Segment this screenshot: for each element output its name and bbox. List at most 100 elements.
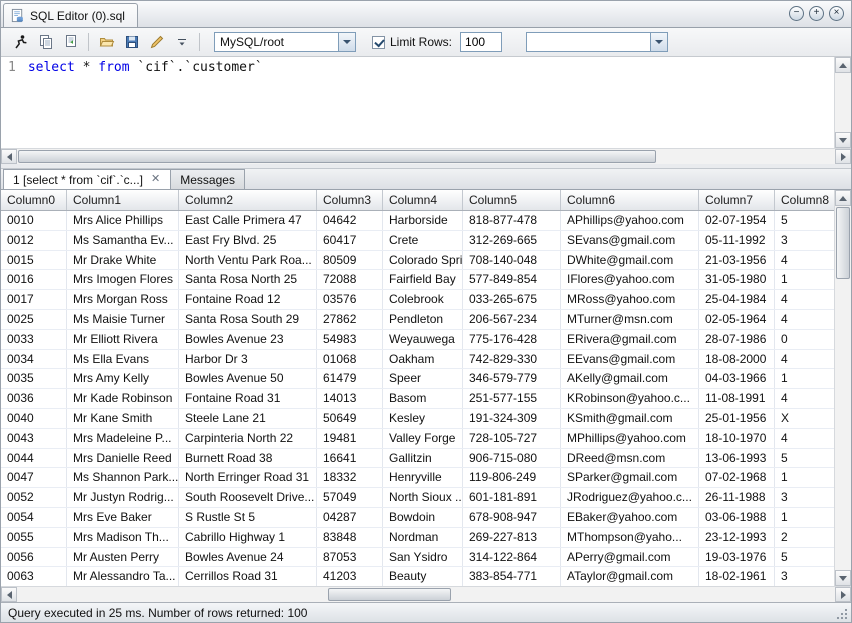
table-cell[interactable]: Mrs Danielle Reed: [67, 449, 179, 468]
table-cell[interactable]: Carpinteria North 22: [179, 429, 317, 448]
table-cell[interactable]: SParker@gmail.com: [561, 468, 699, 487]
table-cell[interactable]: 26-11-1988: [699, 488, 775, 507]
table-cell[interactable]: 206-567-234: [463, 310, 561, 329]
table-cell[interactable]: Mr Alessandro Ta...: [67, 567, 179, 586]
table-cell[interactable]: 0035: [1, 369, 67, 388]
table-cell[interactable]: 02-07-1954: [699, 211, 775, 230]
table-cell[interactable]: 033-265-675: [463, 290, 561, 309]
table-cell[interactable]: 0052: [1, 488, 67, 507]
table-cell[interactable]: X: [775, 409, 834, 428]
table-cell[interactable]: Mr Austen Perry: [67, 548, 179, 567]
close-button[interactable]: ×: [829, 6, 844, 21]
table-cell[interactable]: MPhillips@yahoo.com: [561, 429, 699, 448]
column-header[interactable]: Column2: [179, 190, 317, 210]
table-cell[interactable]: 678-908-947: [463, 508, 561, 527]
table-cell[interactable]: 4: [775, 389, 834, 408]
table-cell[interactable]: 3: [775, 567, 834, 586]
table-cell[interactable]: 0056: [1, 548, 67, 567]
scrollbar-thumb[interactable]: [328, 588, 451, 601]
table-cell[interactable]: 0010: [1, 211, 67, 230]
table-row[interactable]: 0036Mr Kade RobinsonFontaine Road 311401…: [1, 389, 834, 409]
table-cell[interactable]: Crete: [383, 231, 463, 250]
combobox-dropdown-button[interactable]: [338, 33, 355, 51]
table-cell[interactable]: 346-579-779: [463, 369, 561, 388]
table-cell[interactable]: 0012: [1, 231, 67, 250]
maximize-button[interactable]: +: [809, 6, 824, 21]
scroll-up-button[interactable]: [835, 57, 851, 73]
table-row[interactable]: 0063Mr Alessandro Ta...Cerrillos Road 31…: [1, 567, 834, 586]
table-cell[interactable]: 191-324-309: [463, 409, 561, 428]
table-cell[interactable]: Weyauwega: [383, 330, 463, 349]
table-cell[interactable]: Mr Elliott Rivera: [67, 330, 179, 349]
table-cell[interactable]: Harbor Dr 3: [179, 350, 317, 369]
run-sql-button[interactable]: [9, 31, 32, 53]
tab-result-set[interactable]: 1 [select * from `cif`.`c...] ✕: [3, 169, 171, 189]
column-header[interactable]: Column4: [383, 190, 463, 210]
table-cell[interactable]: Mrs Madison Th...: [67, 528, 179, 547]
table-cell[interactable]: Ms Maisie Turner: [67, 310, 179, 329]
table-row[interactable]: 0010Mrs Alice PhillipsEast Calle Primera…: [1, 211, 834, 231]
table-cell[interactable]: 0036: [1, 389, 67, 408]
table-cell[interactable]: 19481: [317, 429, 383, 448]
table-cell[interactable]: 1: [775, 270, 834, 289]
table-cell[interactable]: 25-01-1956: [699, 409, 775, 428]
table-cell[interactable]: Bowles Avenue 50: [179, 369, 317, 388]
table-row[interactable]: 0043Mrs Madeleine P...Carpinteria North …: [1, 429, 834, 449]
table-row[interactable]: 0034Ms Ella EvansHarbor Dr 301068Oakham7…: [1, 350, 834, 370]
table-cell[interactable]: 0025: [1, 310, 67, 329]
table-cell[interactable]: 4: [775, 310, 834, 329]
table-cell[interactable]: MThompson@yaho...: [561, 528, 699, 547]
column-header[interactable]: Column3: [317, 190, 383, 210]
table-cell[interactable]: South Roosevelt Drive...: [179, 488, 317, 507]
table-cell[interactable]: 312-269-665: [463, 231, 561, 250]
table-cell[interactable]: 03-06-1988: [699, 508, 775, 527]
resize-grip-icon[interactable]: [845, 617, 847, 619]
table-cell[interactable]: North Ventu Park Roa...: [179, 251, 317, 270]
table-cell[interactable]: 4: [775, 350, 834, 369]
table-cell[interactable]: 0015: [1, 251, 67, 270]
table-cell[interactable]: 04-03-1966: [699, 369, 775, 388]
table-cell[interactable]: 31-05-1980: [699, 270, 775, 289]
table-cell[interactable]: Mrs Morgan Ross: [67, 290, 179, 309]
table-cell[interactable]: APerry@gmail.com: [561, 548, 699, 567]
table-cell[interactable]: 0040: [1, 409, 67, 428]
table-cell[interactable]: 1: [775, 369, 834, 388]
table-cell[interactable]: 25-04-1984: [699, 290, 775, 309]
table-cell[interactable]: S Rustle St 5: [179, 508, 317, 527]
table-cell[interactable]: 314-122-864: [463, 548, 561, 567]
table-cell[interactable]: APhillips@yahoo.com: [561, 211, 699, 230]
editor-horizontal-scrollbar[interactable]: [1, 148, 851, 164]
table-cell[interactable]: Valley Forge: [383, 429, 463, 448]
table-cell[interactable]: Cabrillo Highway 1: [179, 528, 317, 547]
table-cell[interactable]: Mr Kane Smith: [67, 409, 179, 428]
column-header[interactable]: Column8: [775, 190, 834, 210]
table-cell[interactable]: MTurner@msn.com: [561, 310, 699, 329]
table-cell[interactable]: Harborside: [383, 211, 463, 230]
table-cell[interactable]: Mrs Madeleine P...: [67, 429, 179, 448]
table-cell[interactable]: 251-577-155: [463, 389, 561, 408]
table-cell[interactable]: North Erringer Road 31: [179, 468, 317, 487]
table-cell[interactable]: Fontaine Road 31: [179, 389, 317, 408]
table-cell[interactable]: 16641: [317, 449, 383, 468]
scrollbar-thumb[interactable]: [836, 207, 850, 279]
column-header[interactable]: Column0: [1, 190, 67, 210]
table-cell[interactable]: 83848: [317, 528, 383, 547]
editor-vertical-scrollbar[interactable]: [834, 57, 851, 148]
table-cell[interactable]: 18-02-1961: [699, 567, 775, 586]
table-row[interactable]: 0016Mrs Imogen FloresSanta Rosa North 25…: [1, 270, 834, 290]
scroll-down-button[interactable]: [835, 132, 851, 148]
table-cell[interactable]: 21-03-1956: [699, 251, 775, 270]
table-cell[interactable]: Bowles Avenue 24: [179, 548, 317, 567]
copy-statement-button[interactable]: [34, 31, 57, 53]
edit-button[interactable]: [145, 31, 168, 53]
table-cell[interactable]: ERivera@gmail.com: [561, 330, 699, 349]
table-cell[interactable]: 05-11-1992: [699, 231, 775, 250]
column-header[interactable]: Column5: [463, 190, 561, 210]
table-cell[interactable]: Ms Samantha Ev...: [67, 231, 179, 250]
table-row[interactable]: 0047Ms Shannon Park...North Erringer Roa…: [1, 468, 834, 488]
table-cell[interactable]: DWhite@gmail.com: [561, 251, 699, 270]
table-cell[interactable]: Colorado Spri...: [383, 251, 463, 270]
table-cell[interactable]: 1: [775, 508, 834, 527]
scrollbar-thumb[interactable]: [18, 150, 656, 163]
table-cell[interactable]: 269-227-813: [463, 528, 561, 547]
